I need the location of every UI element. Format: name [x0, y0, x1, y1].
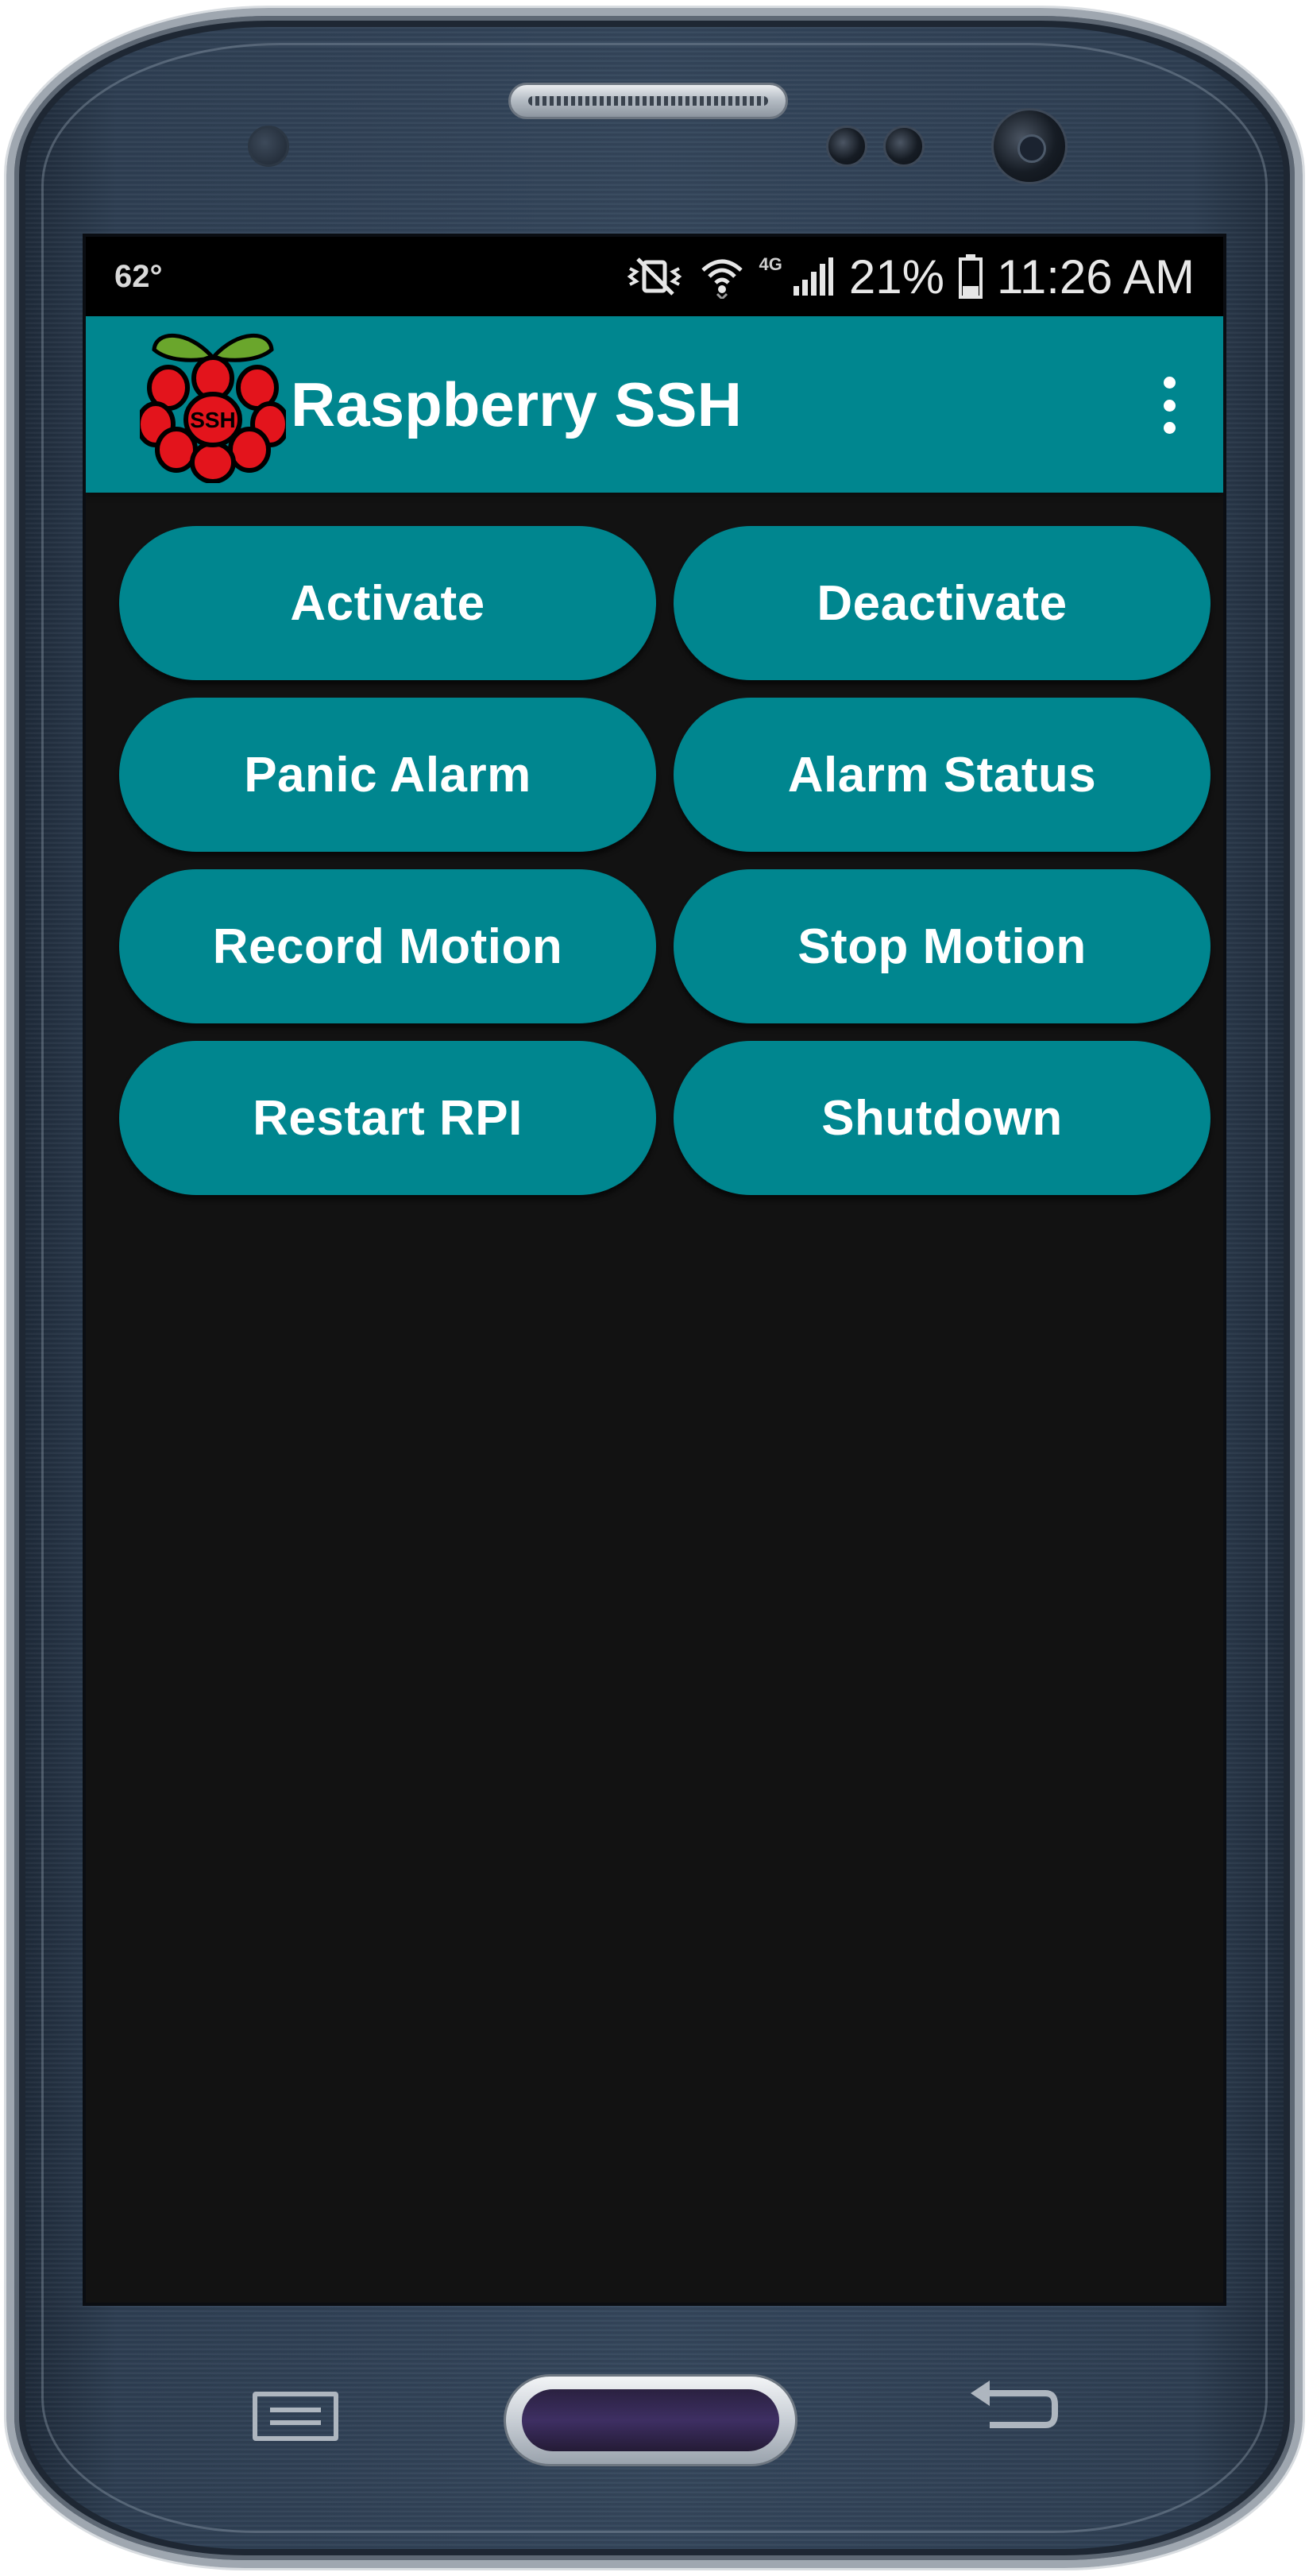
overflow-dot — [1163, 399, 1176, 412]
raspberry-logo-icon: SSH — [140, 333, 286, 483]
stop-motion-button[interactable]: Stop Motion — [674, 869, 1211, 1023]
battery-percent: 21% — [848, 249, 944, 304]
panic-alarm-button[interactable]: Panic Alarm — [119, 698, 656, 852]
vibrate-mute-icon — [625, 256, 685, 297]
overflow-dot — [1163, 422, 1176, 434]
earpiece-speaker — [508, 83, 788, 119]
proximity-sensor-right — [883, 126, 925, 167]
wifi-icon — [700, 254, 744, 299]
restart-rpi-button[interactable]: Restart RPI — [119, 1041, 656, 1195]
menu-key-icon[interactable] — [253, 2392, 338, 2441]
proximity-sensor-left — [826, 126, 867, 167]
battery-icon — [958, 254, 983, 299]
overflow-menu-icon[interactable] — [1153, 377, 1185, 434]
app-bar: SSH Raspberry SSH — [86, 316, 1223, 493]
back-key-icon[interactable] — [966, 2377, 1061, 2449]
logo-ssh-text: SSH — [190, 408, 236, 432]
network-type-label: 4G — [759, 254, 782, 274]
light-sensor — [248, 126, 289, 167]
app-title: Raspberry SSH — [291, 369, 742, 439]
front-camera — [991, 108, 1068, 184]
status-bar: 62° 4G 21% 11:26 AM — [86, 237, 1223, 316]
overflow-dot — [1163, 377, 1176, 389]
shutdown-button[interactable]: Shutdown — [674, 1041, 1211, 1195]
alarm-status-button[interactable]: Alarm Status — [674, 698, 1211, 852]
record-motion-button[interactable]: Record Motion — [119, 869, 656, 1023]
activate-button[interactable]: Activate — [119, 526, 656, 680]
status-temperature: 62° — [114, 259, 163, 294]
home-button[interactable] — [504, 2374, 797, 2466]
action-button-grid: Activate Deactivate Panic Alarm Alarm St… — [119, 526, 1211, 1195]
status-time: 11:26 AM — [996, 249, 1195, 304]
deactivate-button[interactable]: Deactivate — [674, 526, 1211, 680]
status-right-group: 4G 21% 11:26 AM — [625, 248, 1195, 305]
signal-icon — [792, 256, 835, 297]
phone-screen: 62° 4G 21% 11:26 AM SSH Raspberry SSH Ac… — [83, 234, 1226, 2306]
